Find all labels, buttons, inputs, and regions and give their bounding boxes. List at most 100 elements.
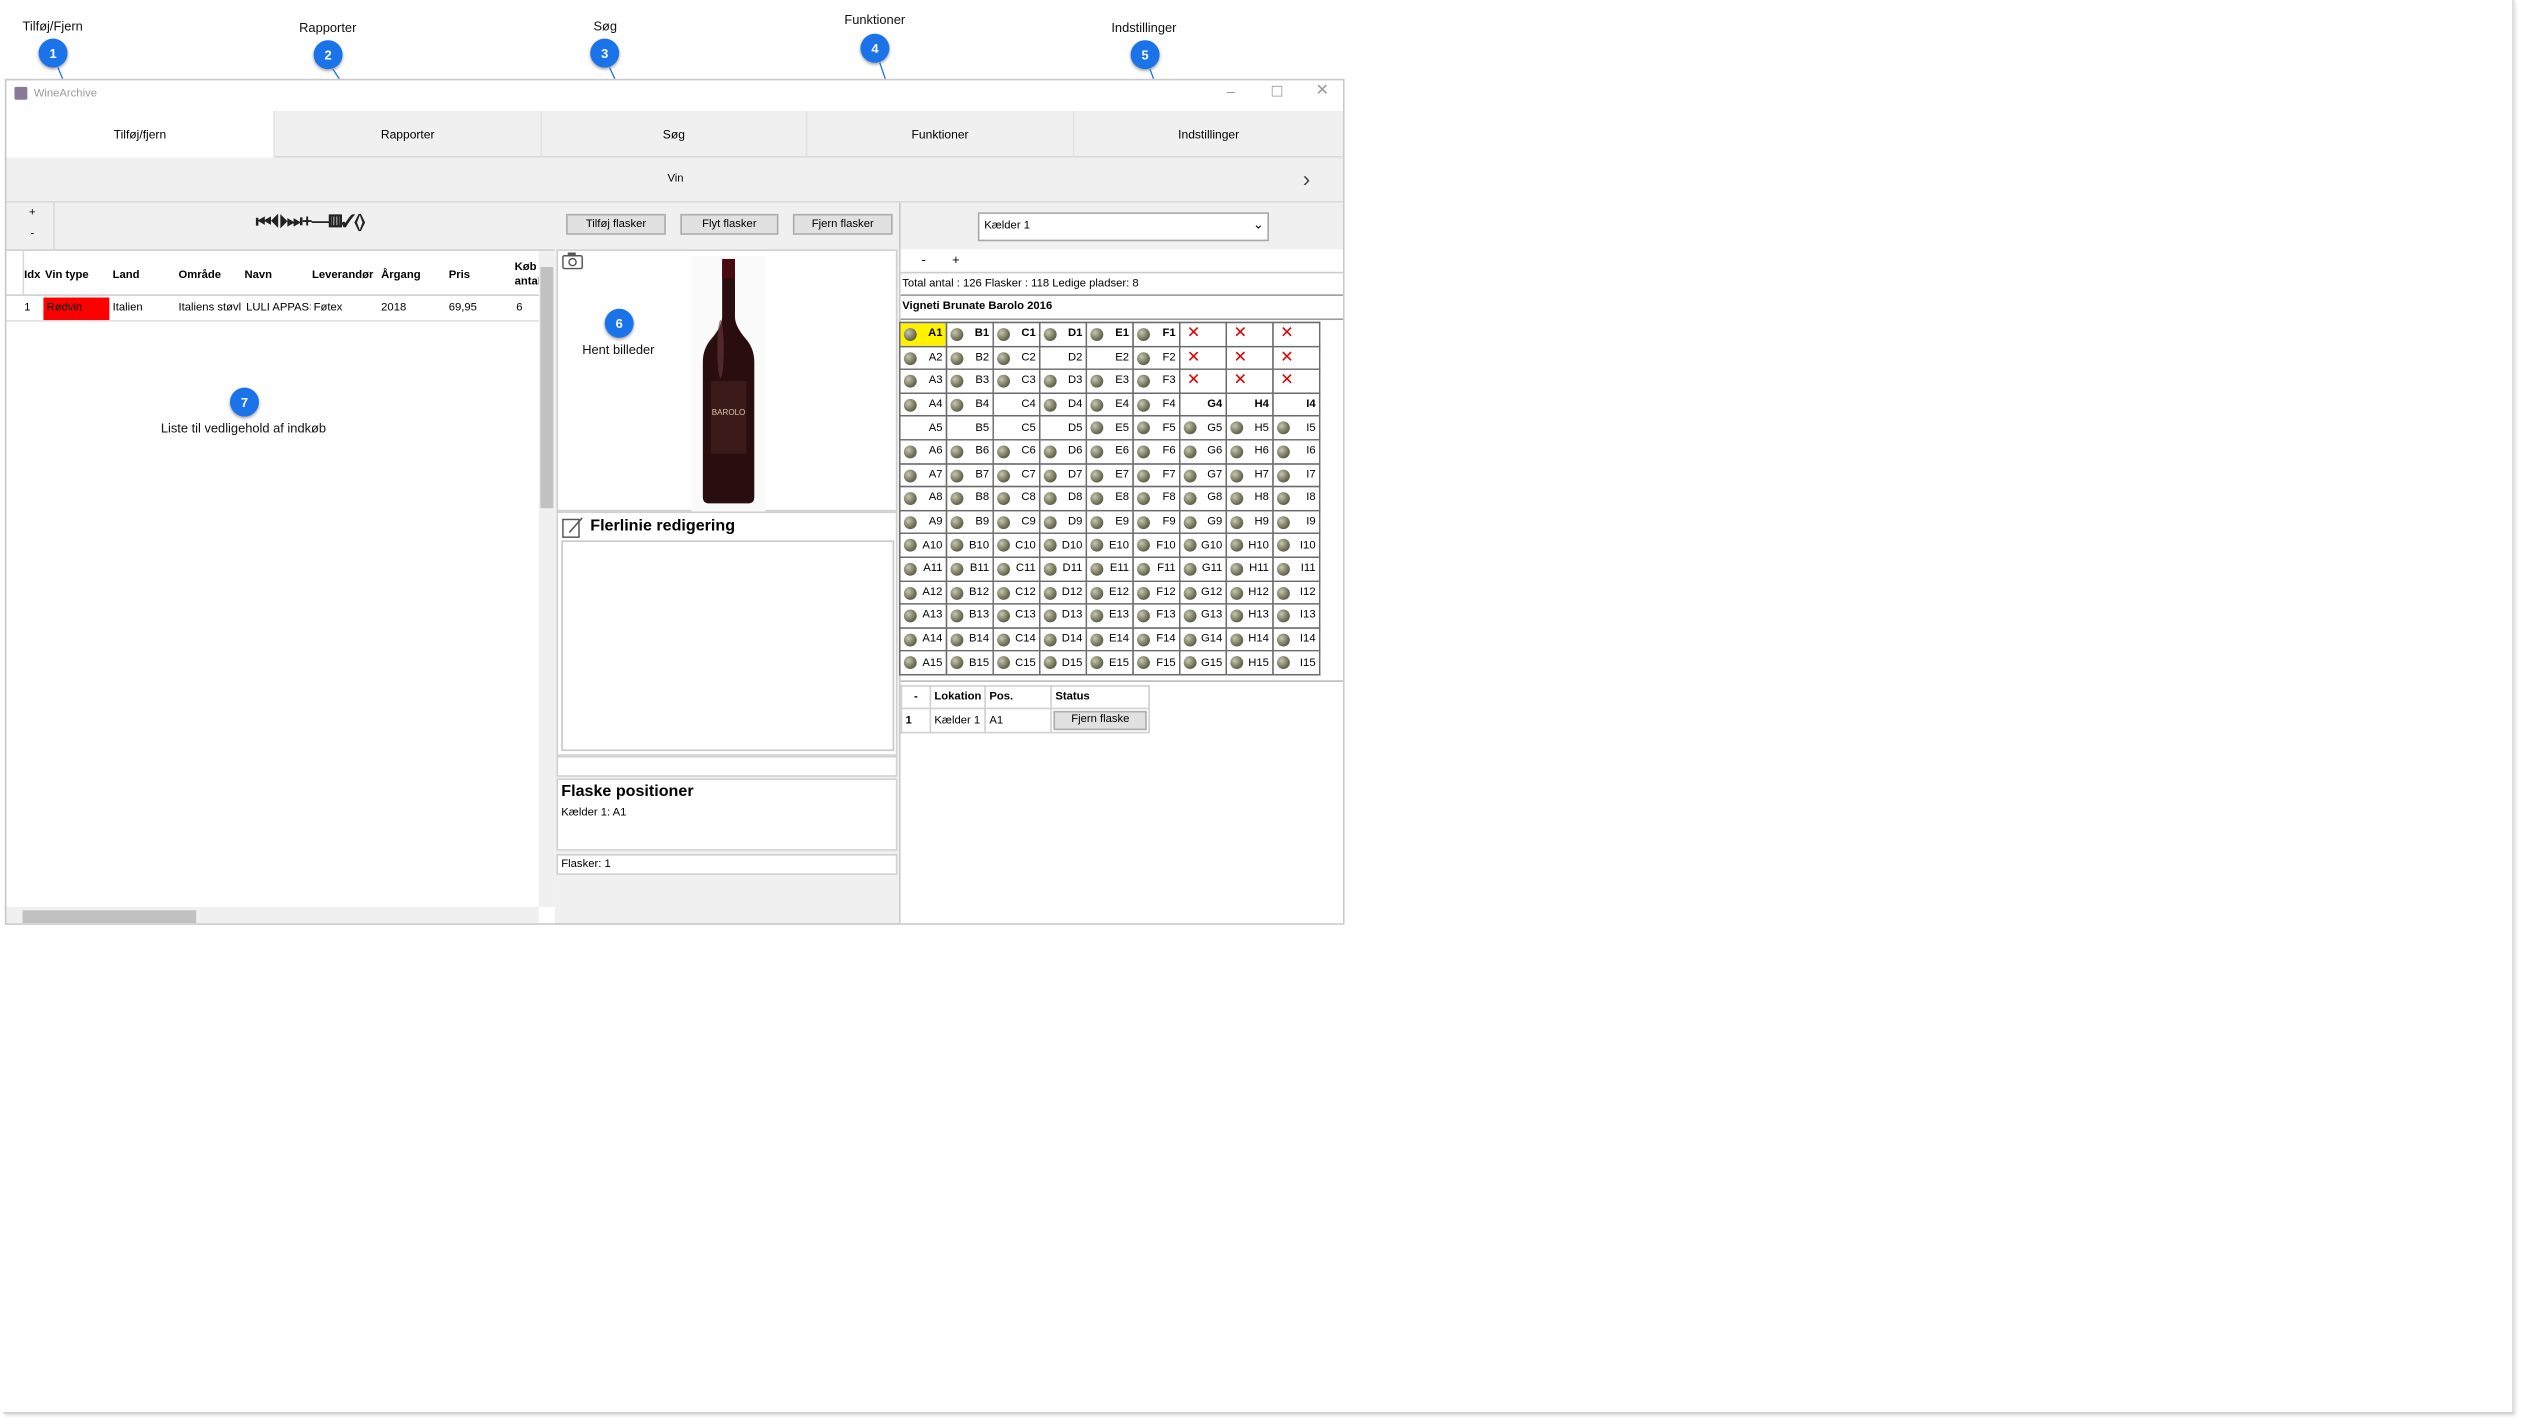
- cellar-slot-a1[interactable]: A1: [899, 321, 948, 347]
- cellar-slot-c15[interactable]: C15: [992, 650, 1041, 676]
- cellar-slot-e4[interactable]: E4: [1085, 392, 1134, 418]
- plus-button[interactable]: +: [29, 207, 36, 218]
- cellar-slot-i2[interactable]: ✕: [1272, 345, 1321, 371]
- cellar-slot-e15[interactable]: E15: [1085, 650, 1134, 676]
- cellar-slot-d1[interactable]: D1: [1038, 321, 1088, 347]
- cellar-slot-i6[interactable]: I6: [1272, 439, 1321, 465]
- cellar-slot-f10[interactable]: F10: [1132, 532, 1181, 558]
- cellar-slot-c1[interactable]: C1: [992, 321, 1041, 347]
- cellar-slot-e5[interactable]: E5: [1085, 415, 1134, 441]
- cellar-slot-h6[interactable]: H6: [1225, 439, 1274, 465]
- col-wine-type[interactable]: Vin type: [45, 270, 89, 281]
- cellar-slot-g10[interactable]: G10: [1178, 532, 1228, 558]
- cellar-slot-b14[interactable]: B14: [945, 626, 994, 652]
- cellar-slot-c7[interactable]: C7: [992, 462, 1041, 488]
- cellar-slot-f8[interactable]: F8: [1132, 485, 1181, 512]
- cellar-slot-h7[interactable]: H7: [1225, 462, 1274, 488]
- cellar-slot-d7[interactable]: D7: [1038, 462, 1088, 488]
- cellar-slot-e3[interactable]: E3: [1085, 368, 1134, 394]
- add-bottles-button[interactable]: Tilføj flasker: [566, 213, 666, 235]
- cellar-slot-b1[interactable]: B1: [945, 321, 994, 347]
- cellar-slot-c11[interactable]: C11: [992, 556, 1041, 582]
- cellar-slot-d8[interactable]: D8: [1038, 485, 1088, 512]
- cellar-slot-d13[interactable]: D13: [1038, 603, 1088, 629]
- cellar-slot-c2[interactable]: C2: [992, 345, 1041, 371]
- cellar-slot-a14[interactable]: A14: [899, 626, 948, 652]
- cellar-slot-f5[interactable]: F5: [1132, 415, 1181, 441]
- tab-settings[interactable]: Indstillinger: [1074, 111, 1343, 158]
- cellar-slot-a2[interactable]: A2: [899, 345, 948, 371]
- cellar-slot-b12[interactable]: B12: [945, 579, 994, 605]
- cellar-slot-a7[interactable]: A7: [899, 462, 948, 488]
- col-country[interactable]: Land: [113, 270, 140, 281]
- cellar-slot-g9[interactable]: G9: [1178, 509, 1228, 535]
- cellar-slot-d6[interactable]: D6: [1038, 439, 1088, 465]
- tab-reports[interactable]: Rapporter: [275, 110, 542, 158]
- cellar-slot-b7[interactable]: B7: [945, 462, 994, 488]
- cellar-slot-f4[interactable]: F4: [1132, 392, 1181, 418]
- cellar-slot-i8[interactable]: I8: [1272, 485, 1321, 512]
- horizontal-scroll-thumb[interactable]: [22, 910, 197, 924]
- cellar-slot-c10[interactable]: C10: [992, 532, 1041, 558]
- cellar-slot-i13[interactable]: I13: [1272, 603, 1321, 629]
- cellar-slot-c12[interactable]: C12: [992, 579, 1041, 605]
- cellar-slot-g11[interactable]: G11: [1178, 556, 1228, 582]
- cellar-zoom-in[interactable]: +: [952, 253, 960, 267]
- cellar-slot-h1[interactable]: ✕: [1225, 321, 1274, 347]
- cellar-slot-a11[interactable]: A11: [899, 556, 948, 582]
- cellar-slot-i14[interactable]: I14: [1272, 626, 1321, 652]
- cellar-slot-i7[interactable]: I7: [1272, 462, 1321, 488]
- cellar-select[interactable]: Kælder 1 ⌄: [977, 212, 1269, 242]
- cellar-slot-h4[interactable]: H4: [1225, 392, 1274, 418]
- cellar-slot-d9[interactable]: D9: [1038, 509, 1088, 535]
- cellar-slot-e2[interactable]: E2: [1085, 345, 1134, 371]
- vertical-scrollbar[interactable]: [538, 250, 555, 908]
- tab-add-remove[interactable]: Tilføj/fjern: [6, 110, 276, 158]
- cellar-slot-g6[interactable]: G6: [1178, 439, 1228, 465]
- edit-note-icon[interactable]: [561, 516, 584, 539]
- cellar-slot-g2[interactable]: ✕: [1178, 345, 1228, 371]
- maximize-icon[interactable]: ☐: [1271, 84, 1284, 102]
- cellar-slot-h13[interactable]: H13: [1225, 603, 1274, 629]
- cellar-slot-f6[interactable]: F6: [1132, 439, 1181, 465]
- cellar-slot-e6[interactable]: E6: [1085, 439, 1134, 465]
- cellar-slot-g5[interactable]: G5: [1178, 415, 1228, 441]
- cellar-slot-e12[interactable]: E12: [1085, 579, 1134, 605]
- tab-functions[interactable]: Funktioner: [807, 110, 1075, 158]
- cellar-slot-f11[interactable]: F11: [1132, 556, 1181, 582]
- cellar-slot-b13[interactable]: B13: [945, 603, 994, 629]
- cellar-slot-e9[interactable]: E9: [1085, 509, 1134, 535]
- cellar-slot-a4[interactable]: A4: [899, 392, 948, 418]
- cellar-slot-f9[interactable]: F9: [1132, 509, 1181, 535]
- minimize-icon[interactable]: –: [1227, 84, 1235, 100]
- col-buy-count[interactable]: Køb antal: [515, 261, 541, 290]
- cellar-slot-i3[interactable]: ✕: [1272, 368, 1321, 394]
- cellar-slot-e10[interactable]: E10: [1085, 532, 1134, 558]
- cellar-slot-a3[interactable]: A3: [899, 368, 948, 394]
- cellar-slot-d11[interactable]: D11: [1038, 556, 1088, 582]
- cellar-slot-f15[interactable]: F15: [1132, 650, 1181, 676]
- cellar-slot-c9[interactable]: C9: [992, 509, 1041, 535]
- cellar-slot-h2[interactable]: ✕: [1225, 345, 1274, 371]
- remove-bottles-button[interactable]: Fjern flasker: [792, 213, 893, 235]
- record-navigation-toolbar[interactable]: ⏮⏴⏵⏭+—▥✓⟨⟩: [256, 212, 365, 233]
- cellar-slot-f7[interactable]: F7: [1132, 462, 1181, 488]
- cellar-slot-c8[interactable]: C8: [992, 485, 1041, 512]
- cellar-slot-i10[interactable]: I10: [1272, 532, 1321, 558]
- cellar-slot-a13[interactable]: A13: [899, 603, 948, 629]
- cellar-slot-h9[interactable]: H9: [1225, 509, 1274, 535]
- col-area[interactable]: Område: [179, 270, 222, 281]
- table-row[interactable]: 1 Rødvin Italien Italiens støvl LULI APP…: [6, 297, 539, 322]
- cellar-slot-e11[interactable]: E11: [1085, 556, 1134, 582]
- cellar-slot-i15[interactable]: I15: [1272, 650, 1321, 676]
- cellar-slot-e8[interactable]: E8: [1085, 485, 1134, 512]
- cellar-slot-b5[interactable]: B5: [945, 415, 994, 441]
- cellar-slot-g13[interactable]: G13: [1178, 603, 1228, 629]
- cellar-slot-g3[interactable]: ✕: [1178, 368, 1228, 394]
- cellar-slot-f2[interactable]: F2: [1132, 345, 1181, 371]
- cellar-slot-b2[interactable]: B2: [945, 345, 994, 371]
- cellar-slot-c13[interactable]: C13: [992, 603, 1041, 629]
- cellar-slot-b10[interactable]: B10: [945, 532, 994, 558]
- cellar-slot-h3[interactable]: ✕: [1225, 368, 1274, 394]
- cellar-slot-a5[interactable]: A5: [899, 415, 948, 441]
